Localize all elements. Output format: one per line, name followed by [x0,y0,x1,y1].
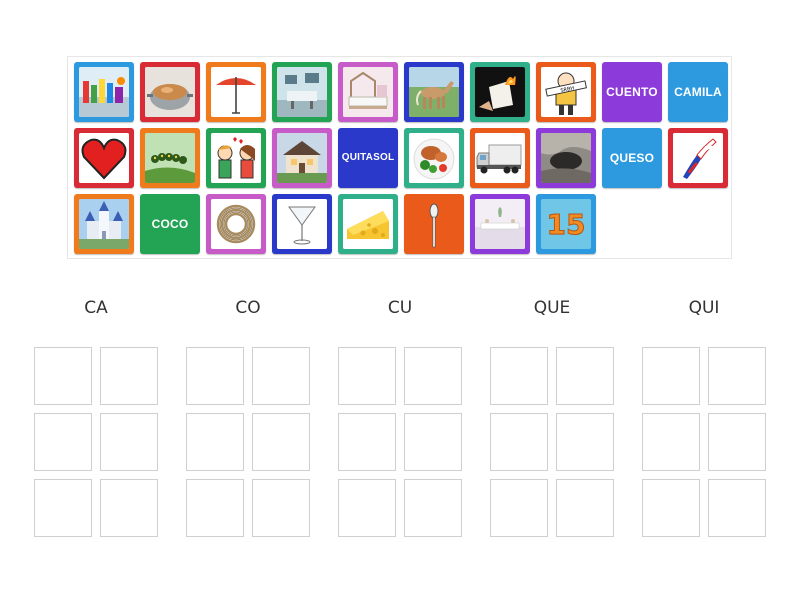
caterpillar-icon [145,133,195,183]
drop-slot[interactable] [252,479,310,537]
heart-icon [79,133,129,183]
tile-word-label: QUESO [609,151,655,165]
tile-house-bed-image[interactable] [338,62,398,122]
drop-slot[interactable] [338,479,396,537]
drop-slot[interactable] [642,347,700,405]
drop-slot[interactable] [252,347,310,405]
tile-parasol-image[interactable] [206,62,266,122]
tile-food-plate-image[interactable] [404,128,464,188]
drop-slot[interactable] [490,413,548,471]
tile-horse-image[interactable] [404,62,464,122]
drop-slot[interactable] [100,413,158,471]
column-title: QUE [533,298,571,318]
burning-paper-icon [475,67,525,117]
drop-slot[interactable] [100,347,158,405]
tile-house-image[interactable] [272,128,332,188]
fifteen-icon: 15 [541,199,591,249]
drop-slot[interactable] [34,479,92,537]
cheese-icon [343,199,393,249]
parasol-icon [211,67,261,117]
horse-icon [409,67,459,117]
tile-spoon-image[interactable] [404,194,464,254]
spoon-icon [409,199,459,249]
tile-heart-image[interactable] [74,128,134,188]
hospital-room-icon [277,67,327,117]
castle-icon [79,199,129,249]
drop-slot[interactable] [404,347,462,405]
tile-chile-map-image[interactable] [668,128,728,188]
drop-slot[interactable] [708,413,766,471]
tile-word-quitasol[interactable]: QUITASOL [338,128,398,188]
column-title: CO [235,298,261,318]
chile-map-icon [673,133,723,183]
kiss-icon [211,133,261,183]
tile-word-label: CUENTO [606,85,658,99]
drop-slot[interactable] [34,413,92,471]
drop-slot[interactable] [34,347,92,405]
house-icon [277,133,327,183]
drop-slot[interactable] [642,479,700,537]
drop-slot[interactable] [490,347,548,405]
drop-slot[interactable] [556,347,614,405]
tile-child-sign-image[interactable]: SRBH [536,62,596,122]
drop-slot[interactable] [338,347,396,405]
rope-icon [211,199,261,249]
chemistry-lab-icon [79,67,129,117]
column-title: CA [84,298,108,318]
tile-chemistry-lab-image[interactable] [74,62,134,122]
tile-truck-image[interactable] [470,128,530,188]
tile-cocktail-glass-image[interactable] [272,194,332,254]
tile-word-coco[interactable]: COCO [140,194,200,254]
cooking-pot-icon [145,67,195,117]
tile-word-label: CAMILA [674,85,722,99]
tile-rope-image[interactable] [206,194,266,254]
drop-slot[interactable] [404,479,462,537]
tile-castle-image[interactable] [74,194,134,254]
drop-slot[interactable] [186,413,244,471]
tile-cooking-pot-image[interactable] [140,62,200,122]
column-title: CU [387,298,413,318]
food-plate-icon [409,133,459,183]
party-room-icon [475,199,525,249]
house-bed-icon [343,67,393,117]
tile-caterpillar-image[interactable] [140,128,200,188]
drop-slot[interactable] [404,413,462,471]
drop-slot[interactable] [556,413,614,471]
tile-word-cuento[interactable]: CUENTO [602,62,662,122]
tile-party-room-image[interactable] [470,194,530,254]
tile-cheese-image[interactable] [338,194,398,254]
cave-icon [541,133,591,183]
drop-slot[interactable] [100,479,158,537]
tile-word-label: QUITASOL [341,152,395,163]
truck-icon [475,133,525,183]
cocktail-glass-icon [277,199,327,249]
tile-hospital-room-image[interactable] [272,62,332,122]
drop-slot[interactable] [556,479,614,537]
drop-slot[interactable] [490,479,548,537]
tile-cave-image[interactable] [536,128,596,188]
tile-word-queso[interactable]: QUESO [602,128,662,188]
tile-burning-paper-image[interactable] [470,62,530,122]
drop-slot[interactable] [642,413,700,471]
drop-slot[interactable] [708,347,766,405]
tile-word-label: COCO [151,217,189,231]
drop-slot[interactable] [338,413,396,471]
drop-slot[interactable] [252,413,310,471]
drop-slot[interactable] [186,479,244,537]
drop-slot[interactable] [708,479,766,537]
child-sign-icon: SRBH [541,67,591,117]
column-title: QUI [688,298,720,318]
tile-word-camila[interactable]: CAMILA [668,62,728,122]
tile-kiss-image[interactable] [206,128,266,188]
drop-slot[interactable] [186,347,244,405]
tile-tray: SRBH CUENTO CAMILA QUITASOL QUESO COCO 15 [67,56,732,259]
tile-fifteen-image[interactable]: 15 [536,194,596,254]
